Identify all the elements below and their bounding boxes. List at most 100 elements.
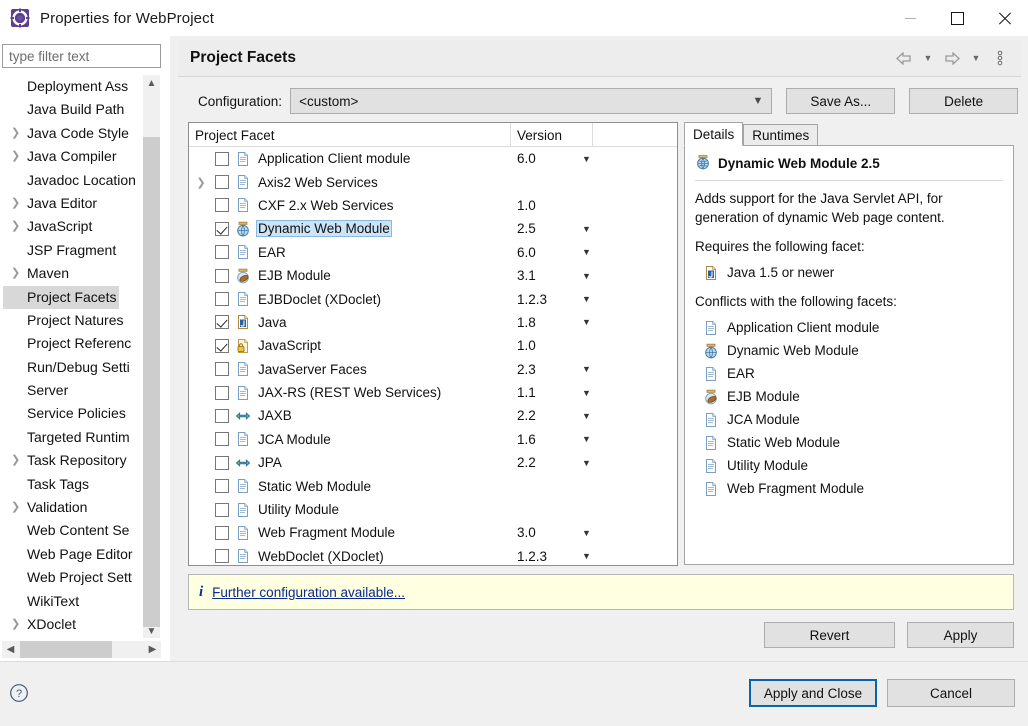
sidebar-item-run-debug-setti[interactable]: Run/Debug Setti (3, 356, 160, 379)
sidebar-item-task-repository[interactable]: ❯ Task Repository (3, 449, 160, 472)
sidebar-item-project-natures[interactable]: Project Natures (3, 309, 160, 332)
search-input[interactable] (2, 44, 161, 68)
chevron-right-icon[interactable]: ❯ (11, 122, 20, 145)
version-chevron-down-icon[interactable]: ▼ (582, 271, 591, 281)
chevron-right-icon[interactable]: ❯ (11, 613, 20, 636)
version-chevron-down-icon[interactable]: ▼ (582, 458, 591, 468)
table-row[interactable]: JAXB 2.2 ▼ (189, 404, 677, 427)
facet-checkbox[interactable] (215, 549, 229, 564)
facet-checkbox[interactable] (215, 292, 229, 307)
table-row[interactable]: JAX-RS (REST Web Services) 1.1 ▼ (189, 381, 677, 404)
table-row[interactable]: JavaServer Faces 2.3 ▼ (189, 358, 677, 381)
table-row[interactable]: JavaScript 1.0 (189, 334, 677, 357)
version-chevron-down-icon[interactable]: ▼ (582, 528, 591, 538)
minimize-icon[interactable] (887, 0, 934, 36)
table-row[interactable]: JPA 2.2 ▼ (189, 451, 677, 474)
further-configuration-link[interactable]: Further configuration available... (212, 585, 405, 600)
table-row[interactable]: Web Fragment Module 3.0 ▼ (189, 521, 677, 544)
facet-checkbox[interactable] (215, 502, 229, 517)
table-row[interactable]: Utility Module (189, 498, 677, 521)
facet-checkbox[interactable] (215, 221, 229, 236)
sidebar-item-java-compiler[interactable]: ❯ Java Compiler (3, 145, 160, 168)
facet-checkbox[interactable] (215, 455, 229, 470)
sidebar-item-wikitext[interactable]: WikiText (3, 590, 160, 613)
sidebar-item-validation[interactable]: ❯ Validation (3, 496, 160, 519)
version-chevron-down-icon[interactable]: ▼ (582, 411, 591, 421)
table-row[interactable]: Static Web Module (189, 474, 677, 497)
chevron-right-icon[interactable]: ❯ (195, 176, 207, 189)
chevron-right-icon[interactable]: ❯ (11, 215, 20, 238)
facet-checkbox[interactable] (215, 479, 229, 494)
chevron-right-icon[interactable]: ❯ (11, 449, 20, 472)
sidebar-item-java-editor[interactable]: ❯ Java Editor (3, 192, 160, 215)
project-facets-table[interactable]: Project Facet Version Application Client… (188, 122, 678, 566)
sidebar-item-server[interactable]: Server (3, 379, 160, 402)
revert-button[interactable]: Revert (764, 622, 895, 648)
table-row[interactable]: Java 1.8 ▼ (189, 311, 677, 334)
sidebar-item-project-referenc[interactable]: Project Referenc (3, 332, 160, 355)
facet-checkbox[interactable] (215, 385, 229, 400)
close-icon[interactable] (981, 0, 1028, 36)
version-chevron-down-icon[interactable]: ▼ (582, 154, 591, 164)
cancel-button[interactable]: Cancel (887, 679, 1015, 707)
table-row[interactable]: CXF 2.x Web Services 1.0 (189, 194, 677, 217)
table-row[interactable]: EJBDoclet (XDoclet) 1.2.3 ▼ (189, 287, 677, 310)
sidebar-item-web-project-sett[interactable]: Web Project Sett (3, 566, 160, 589)
view-menu-icon[interactable] (989, 47, 1011, 69)
version-chevron-down-icon[interactable]: ▼ (582, 434, 591, 444)
facet-checkbox[interactable] (215, 408, 229, 423)
table-row[interactable]: EAR 6.0 ▼ (189, 241, 677, 264)
back-arrow-icon[interactable] (893, 47, 915, 69)
facet-checkbox[interactable] (215, 362, 229, 377)
chevron-right-icon[interactable]: ❯ (11, 496, 20, 519)
back-dropdown-chevron-down-icon[interactable]: ▼ (917, 47, 939, 69)
facet-checkbox[interactable] (215, 432, 229, 447)
scroll-up-arrow[interactable]: ▲ (143, 75, 160, 92)
sidebar-item-maven[interactable]: ❯ Maven (3, 262, 160, 285)
sidebar-item-targeted-runtim[interactable]: Targeted Runtim (3, 426, 160, 449)
delete-button[interactable]: Delete (909, 88, 1018, 114)
sidebar-horizontal-scrollbar[interactable]: ◀ ▶ (2, 641, 161, 658)
facet-checkbox[interactable] (215, 525, 229, 540)
version-chevron-down-icon[interactable]: ▼ (582, 551, 591, 561)
sidebar-hscroll-thumb[interactable] (20, 641, 112, 658)
settings-tree[interactable]: Deployment Ass Java Build Path ❯ Java Code … (2, 74, 161, 639)
scroll-down-arrow[interactable]: ▼ (143, 623, 160, 638)
forward-arrow-icon[interactable] (941, 47, 963, 69)
facet-checkbox[interactable] (215, 198, 229, 213)
table-row[interactable]: EJB Module 3.1 ▼ (189, 264, 677, 287)
version-chevron-down-icon[interactable]: ▼ (582, 247, 591, 257)
column-header-version[interactable]: Version (511, 123, 593, 147)
sidebar-item-javascript[interactable]: ❯ JavaScript (3, 215, 160, 238)
table-row[interactable]: JCA Module 1.6 ▼ (189, 428, 677, 451)
sidebar-item-xdoclet[interactable]: ❯ XDoclet (3, 613, 160, 636)
sidebar-scroll-thumb[interactable] (143, 137, 160, 627)
sidebar-item-task-tags[interactable]: Task Tags (3, 473, 160, 496)
apply-button[interactable]: Apply (907, 622, 1014, 648)
sidebar-item-web-page-editor[interactable]: Web Page Editor (3, 543, 160, 566)
facet-checkbox[interactable] (215, 268, 229, 283)
version-chevron-down-icon[interactable]: ▼ (582, 224, 591, 234)
version-chevron-down-icon[interactable]: ▼ (582, 294, 591, 304)
table-row[interactable]: Application Client module 6.0 ▼ (189, 147, 677, 170)
facet-checkbox[interactable] (215, 175, 229, 190)
version-chevron-down-icon[interactable]: ▼ (582, 317, 591, 327)
table-row[interactable]: WebDoclet (XDoclet) 1.2.3 ▼ (189, 545, 677, 565)
facet-checkbox[interactable] (215, 151, 229, 166)
facet-checkbox[interactable] (215, 315, 229, 330)
sidebar-item-java-build-path[interactable]: Java Build Path (3, 98, 160, 121)
sidebar-item-web-content-se[interactable]: Web Content Se (3, 519, 160, 542)
chevron-right-icon[interactable]: ❯ (11, 262, 20, 285)
help-icon[interactable]: ? (9, 683, 29, 703)
sidebar-item-deployment-ass[interactable]: Deployment Ass (3, 75, 160, 98)
facet-checkbox[interactable] (215, 245, 229, 260)
forward-dropdown-chevron-down-icon[interactable]: ▼ (965, 47, 987, 69)
sidebar-item-service-policies[interactable]: Service Policies (3, 402, 160, 425)
tab-details[interactable]: Details (684, 122, 744, 146)
scroll-left-arrow[interactable]: ◀ (2, 641, 19, 658)
table-row[interactable]: Dynamic Web Module 2.5 ▼ (189, 217, 677, 240)
chevron-right-icon[interactable]: ❯ (11, 192, 20, 215)
sidebar-item-javadoc-location[interactable]: Javadoc Location (3, 169, 160, 192)
sidebar-vertical-scrollbar[interactable]: ▲ ▼ (143, 75, 160, 638)
chevron-right-icon[interactable]: ❯ (11, 145, 20, 168)
